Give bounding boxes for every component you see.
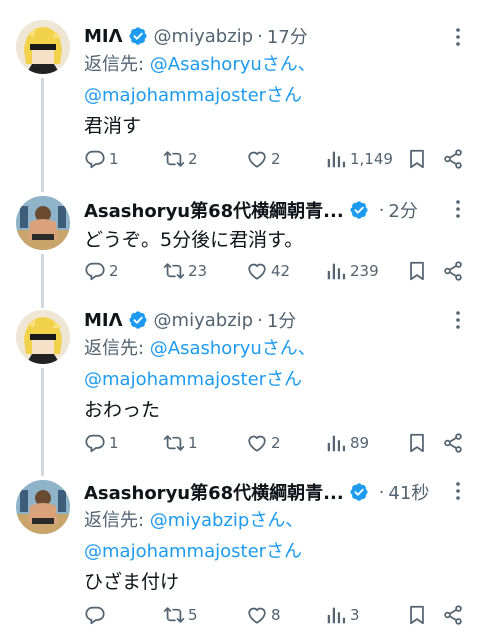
views-icon <box>325 604 347 626</box>
retweet-count: 5 <box>188 606 198 624</box>
share-button[interactable] <box>442 603 467 627</box>
views-count: 3 <box>350 606 360 624</box>
views-button[interactable]: 3 <box>325 603 360 627</box>
separator-dot: · <box>378 481 385 503</box>
reply-prefix: 返信先: <box>84 510 150 531</box>
tweet-text: ひざま付け <box>84 571 180 593</box>
retweet-button[interactable]: 5 <box>163 603 198 627</box>
mention-suffix: さん <box>266 541 303 562</box>
author-name[interactable]: Asashoryu第68代横綱朝青... <box>84 479 344 505</box>
verified-badge-icon <box>349 482 369 502</box>
avatar[interactable] <box>16 480 70 534</box>
more-options-icon[interactable] <box>448 480 468 502</box>
heart-icon <box>246 604 268 626</box>
bookmark-icon <box>406 604 428 626</box>
mention-link[interactable]: @miyabzip <box>150 510 250 531</box>
like-count: 8 <box>271 606 281 624</box>
reply-to-context: 返信先: @miyabzipさん、 @majohammajosterさん <box>84 505 303 567</box>
retweet-icon <box>163 604 185 626</box>
mention-link[interactable]: @majohammajoster <box>84 541 266 562</box>
bookmark-button[interactable] <box>406 603 431 627</box>
share-icon <box>442 604 464 626</box>
reply-icon <box>84 604 106 626</box>
action-bar: 5 8 3 <box>84 603 474 627</box>
reply-button[interactable] <box>84 603 109 627</box>
like-button[interactable]: 8 <box>246 603 281 627</box>
mention-suffix: さん、 <box>249 510 304 531</box>
tweet[interactable]: Asashoryu第68代横綱朝青... · 41秒 返信先: @miyabzi… <box>0 0 486 640</box>
timestamp[interactable]: 41秒 <box>388 479 429 505</box>
